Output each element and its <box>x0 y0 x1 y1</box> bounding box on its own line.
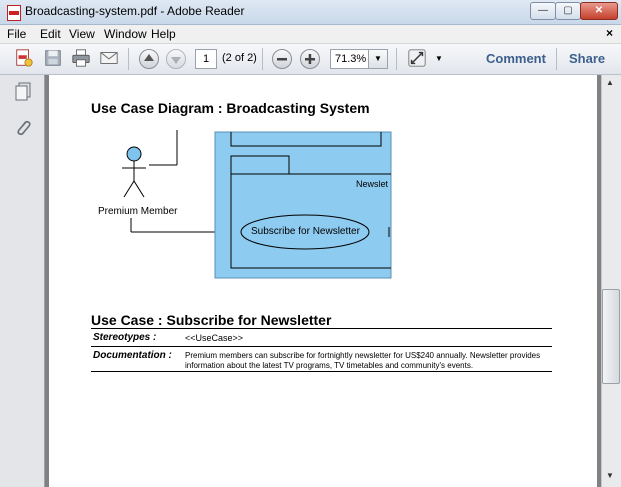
divider <box>91 371 552 372</box>
minus-icon <box>277 58 287 61</box>
minimize-button[interactable]: — <box>530 2 556 20</box>
menu-view[interactable]: View <box>69 27 95 41</box>
scrollbar-thumb[interactable] <box>602 289 620 384</box>
toolbar-separator <box>396 48 397 70</box>
pdf-icon <box>7 5 21 21</box>
zoom-dropdown-button[interactable]: ▼ <box>368 49 388 69</box>
stereotypes-label: Stereotypes : <box>93 332 157 343</box>
divider <box>91 346 552 347</box>
zoom-out-button[interactable] <box>272 49 292 69</box>
toolbar-separator <box>262 48 263 70</box>
restore-button[interactable]: ▢ <box>555 2 581 20</box>
documentation-text: Premium members can subscribe for fortni… <box>185 351 541 370</box>
arrow-down-icon <box>171 57 181 64</box>
toolbar-more-icon[interactable]: ▼ <box>435 54 443 63</box>
page-number-input[interactable]: 1 <box>195 49 217 69</box>
actor-leg <box>133 180 145 198</box>
arrow-up-icon <box>144 54 154 61</box>
pdf-page: Use Case Diagram : Broadcasting System N… <box>49 75 597 487</box>
page-count: (2 of 2) <box>222 52 257 64</box>
toolbar-separator <box>128 48 129 70</box>
chevron-down-icon: ▼ <box>374 54 382 63</box>
next-page-button[interactable] <box>166 49 186 69</box>
menu-edit[interactable]: Edit <box>40 27 61 41</box>
previous-page-button[interactable] <box>139 49 159 69</box>
toolbar-separator <box>556 48 557 70</box>
menu-file[interactable]: File <box>7 27 26 41</box>
fit-page-icon[interactable] <box>406 48 428 68</box>
scroll-down-icon[interactable]: ▼ <box>606 471 614 480</box>
actor-label: Premium Member <box>98 206 178 217</box>
pages-icon[interactable] <box>13 81 33 103</box>
navigation-pane <box>0 75 45 487</box>
menu-help[interactable]: Help <box>151 27 176 41</box>
plus-icon <box>305 54 315 64</box>
use-case-diagram <box>122 130 392 279</box>
vertical-scrollbar[interactable] <box>601 75 621 487</box>
document-close-button[interactable]: × <box>606 26 613 40</box>
menu-window[interactable]: Window <box>104 27 147 41</box>
scroll-up-icon[interactable]: ▲ <box>606 78 614 87</box>
diagram-heading: Use Case Diagram : Broadcasting System <box>91 100 370 116</box>
actor-head <box>126 146 142 162</box>
title-bar: Broadcasting-system.pdf - Adobe Reader —… <box>0 0 621 25</box>
close-button[interactable]: ✕ <box>580 2 618 20</box>
divider <box>91 328 552 329</box>
stereotypes-value: <<UseCase>> <box>185 333 244 343</box>
window-title: Broadcasting-system.pdf - Adobe Reader <box>25 4 245 18</box>
save-icon[interactable] <box>42 48 64 68</box>
attachment-icon[interactable] <box>13 117 33 139</box>
zoom-in-button[interactable] <box>300 49 320 69</box>
comment-button[interactable]: Comment <box>486 51 546 66</box>
package-label: Newslet <box>356 179 389 189</box>
print-icon[interactable] <box>70 48 92 68</box>
use-case-heading: Use Case : Subscribe for Newsletter <box>91 312 332 328</box>
menu-bar: File Edit View Window Help × <box>0 25 621 44</box>
documentation-label: Documentation : <box>93 350 172 361</box>
use-case-label: Subscribe for Newsletter <box>251 226 360 237</box>
actor-leg <box>123 180 135 198</box>
create-pdf-icon[interactable] <box>13 48 35 68</box>
share-button[interactable]: Share <box>569 51 605 66</box>
system-boundary <box>214 131 392 279</box>
email-icon[interactable] <box>98 48 120 68</box>
